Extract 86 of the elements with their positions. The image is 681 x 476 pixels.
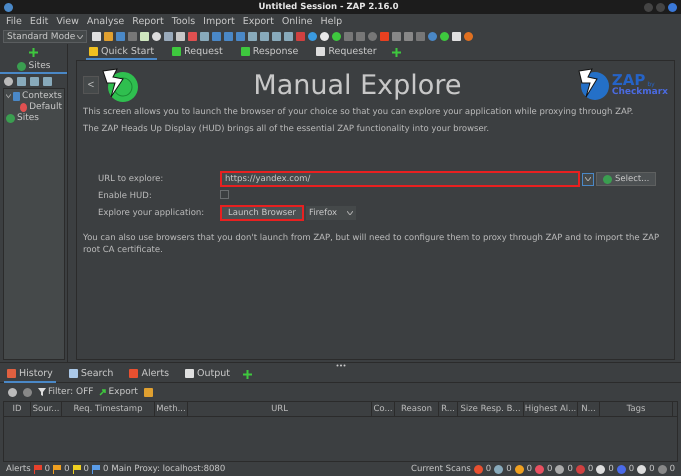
scan-count: 0 xyxy=(567,464,573,474)
add-icon[interactable] xyxy=(243,370,252,379)
caret-icon xyxy=(77,34,83,38)
scan-count: 0 xyxy=(526,464,532,474)
column-header[interactable]: Size Resp. B... xyxy=(458,402,524,416)
scan-count: 0 xyxy=(628,464,634,474)
close-button[interactable] xyxy=(668,2,677,12)
menu-item[interactable]: Analyse xyxy=(86,16,124,27)
field-label: Explore your application: xyxy=(98,208,206,218)
column-header[interactable]: Req. Timestamp xyxy=(62,402,155,416)
scan-count: 0 xyxy=(506,464,512,474)
tree-item-label[interactable]: Contexts xyxy=(22,91,62,101)
menu-item[interactable]: View xyxy=(56,16,79,27)
column-header[interactable]: N... xyxy=(578,402,600,416)
circle-icon[interactable] xyxy=(4,76,13,86)
tab[interactable]: Output xyxy=(182,366,234,382)
status-label: Current Scans xyxy=(411,464,471,474)
menu-item[interactable]: Help xyxy=(320,16,342,27)
hud-checkbox[interactable] xyxy=(220,190,229,199)
column-header[interactable]: URL xyxy=(188,402,372,416)
column-header[interactable]: ID xyxy=(4,402,31,416)
window-title: Untitled Session - ZAP 2.16.0 xyxy=(258,2,399,12)
alert-count: 0 xyxy=(64,464,70,474)
proxy-status: Main Proxy: localhost:8080 xyxy=(111,464,226,474)
tab[interactable]: Response xyxy=(238,44,302,60)
scan-count: 0 xyxy=(670,464,675,474)
export-button[interactable]: Export xyxy=(99,387,138,397)
launch-browser-button[interactable]: Launch Browser xyxy=(220,205,304,221)
alert-count: 0 xyxy=(44,464,50,474)
select-button[interactable]: Select... xyxy=(596,172,656,186)
splitter-handle[interactable] xyxy=(336,364,346,366)
scan-count: 0 xyxy=(486,464,492,474)
tab[interactable]: Search xyxy=(66,366,116,382)
collapse-caret-icon[interactable] xyxy=(6,93,11,99)
menu-item[interactable]: Edit xyxy=(30,16,48,27)
browser-dropdown[interactable]: Firefox xyxy=(306,206,356,220)
column-header[interactable]: Reason xyxy=(395,402,439,416)
back-button[interactable]: < xyxy=(83,76,99,94)
arrow-icon xyxy=(99,388,106,396)
intro-text: This screen allows you to launch the browser of your choice so that you can explore your application while proxying through ZAP. xyxy=(83,107,634,117)
menu-item[interactable]: Tools xyxy=(172,16,196,27)
tab[interactable]: History xyxy=(4,366,56,382)
menu-item[interactable]: Online xyxy=(282,16,312,27)
mode-dropdown[interactable]: Standard Mode xyxy=(3,30,87,43)
tab[interactable]: Request xyxy=(169,44,226,60)
sites-tab[interactable]: Sites xyxy=(0,60,67,74)
column-header[interactable]: Tags xyxy=(600,402,673,416)
tree-item-label[interactable]: Default xyxy=(29,102,62,112)
status-label: Alerts xyxy=(6,464,31,474)
maximize-button[interactable] xyxy=(656,2,665,12)
circle-icon[interactable] xyxy=(8,388,17,396)
dropdown-button[interactable] xyxy=(582,172,594,186)
column-header[interactable]: Highest Al... xyxy=(524,402,578,416)
scan-count: 0 xyxy=(649,464,655,474)
page-title: Manual Explore xyxy=(252,70,462,100)
scan-count: 0 xyxy=(608,464,614,474)
add-icon[interactable] xyxy=(29,48,38,56)
menu-item[interactable]: File xyxy=(6,16,22,27)
field-label: URL to explore: xyxy=(98,174,164,184)
alert-count: 0 xyxy=(102,464,108,474)
column-header[interactable]: R... xyxy=(439,402,458,416)
column-header[interactable]: Sour... xyxy=(31,402,62,416)
field-label: Enable HUD: xyxy=(98,191,153,201)
menu-item[interactable]: Import xyxy=(203,16,235,27)
tab[interactable]: Requester xyxy=(313,44,380,60)
filter-icon xyxy=(38,388,46,396)
minimize-button[interactable] xyxy=(644,2,653,12)
caret-icon xyxy=(346,211,353,215)
caret-icon xyxy=(585,177,591,181)
menu-item[interactable]: Export xyxy=(242,16,274,27)
scan-count: 0 xyxy=(547,464,552,474)
tab[interactable]: Alerts xyxy=(126,366,172,382)
intro-text: The ZAP Heads Up Display (HUD) brings all of the essential ZAP functionality into your browser. xyxy=(83,124,490,134)
note-text: You can also use browsers that you don't launch from ZAP, but will need to configure them to proxy through ZAP and to import the ZAP root CA certificate. xyxy=(83,233,660,257)
scan-count: 0 xyxy=(588,464,594,474)
circle-icon[interactable] xyxy=(440,32,449,41)
filter-button[interactable]: Filter: OFF xyxy=(38,387,94,397)
column-header[interactable]: Co... xyxy=(372,402,395,416)
url-field[interactable]: https://yandex.com/ xyxy=(220,171,580,187)
alert-count: 0 xyxy=(84,464,89,474)
add-icon[interactable] xyxy=(392,48,401,56)
menu-item[interactable]: Report xyxy=(132,16,164,27)
tree-item-label[interactable]: Sites xyxy=(17,113,39,123)
column-header[interactable]: Meth... xyxy=(155,402,188,416)
circle-icon[interactable] xyxy=(332,32,341,41)
tab[interactable]: Quick Start xyxy=(86,44,158,60)
